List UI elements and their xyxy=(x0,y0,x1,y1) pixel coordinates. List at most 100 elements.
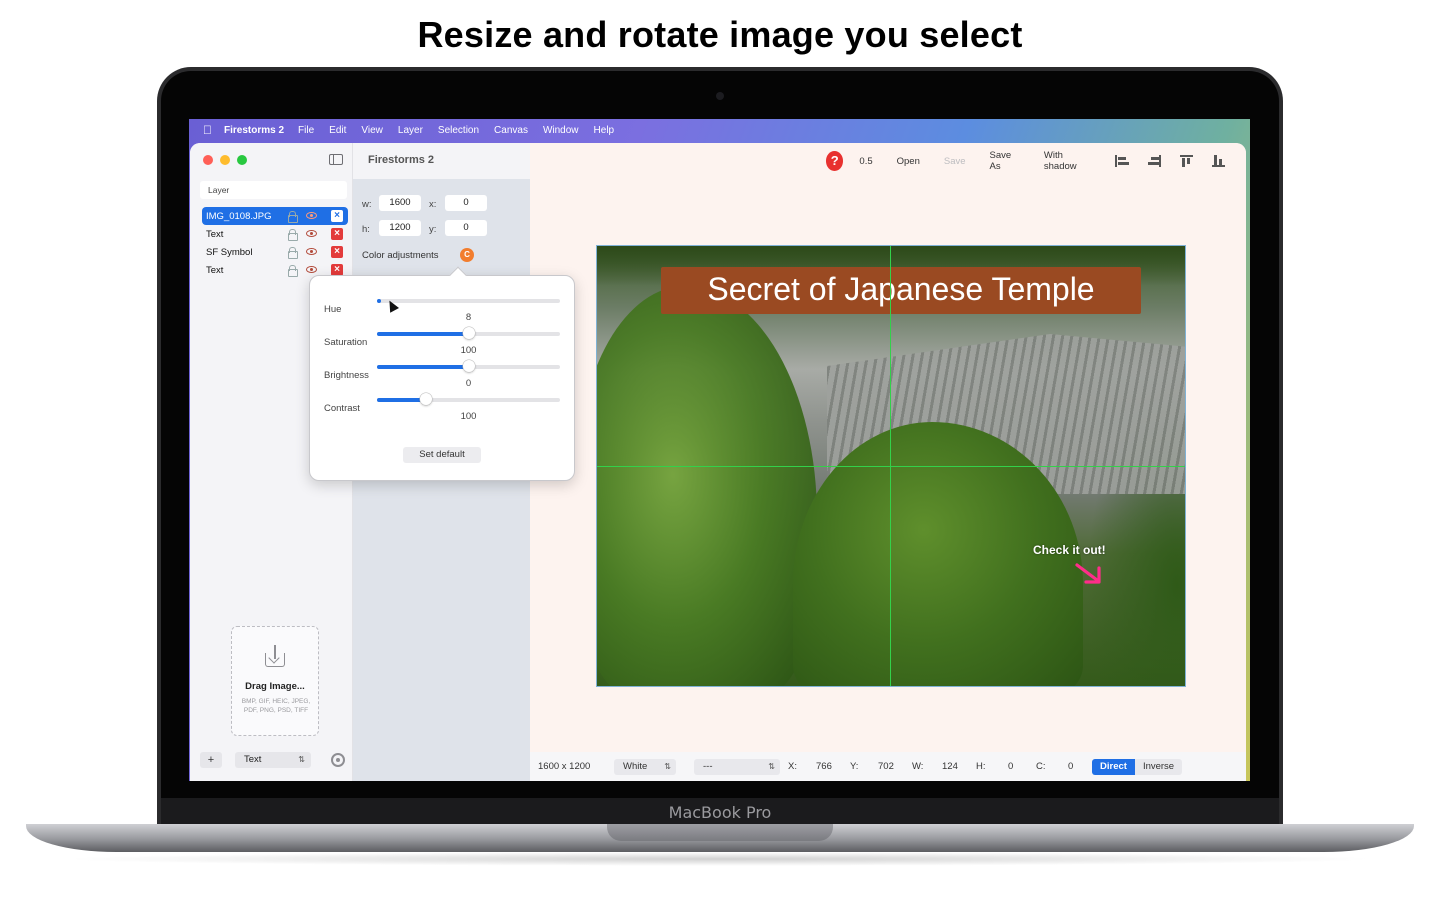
w-readout-value: 124 xyxy=(942,761,958,772)
x-readout-label: X: xyxy=(788,761,797,772)
layer-type-select[interactable]: Text ⇅ xyxy=(235,752,311,768)
y-readout-value: 702 xyxy=(878,761,894,772)
device-label: MacBook Pro xyxy=(668,803,772,822)
help-button[interactable]: ? xyxy=(826,151,844,171)
align-top-icon[interactable] xyxy=(1179,155,1193,167)
banner-text-layer[interactable]: Secret of Japanese Temple xyxy=(661,267,1141,314)
menu-help[interactable]: Help xyxy=(594,125,615,136)
brightness-value: 0 xyxy=(465,378,472,389)
hue-slider[interactable] xyxy=(377,299,560,303)
image-size-readout: 1600 x 1200 xyxy=(538,761,591,772)
menu-window[interactable]: Window xyxy=(543,125,579,136)
preset-select[interactable]: --- ⇅ xyxy=(694,758,780,775)
contrast-value: 100 xyxy=(460,411,477,422)
window-minimize-button[interactable] xyxy=(220,155,230,165)
save-as-button[interactable]: Save As xyxy=(990,150,1020,172)
color-adjustments-button[interactable]: C xyxy=(460,248,474,262)
w-readout-label: W: xyxy=(912,761,924,772)
layer-header: Layer xyxy=(200,181,347,199)
background-value: White xyxy=(623,760,648,772)
brightness-slider[interactable] xyxy=(377,360,560,372)
saturation-slider[interactable] xyxy=(377,327,560,339)
layer-row[interactable]: Text × xyxy=(202,225,348,243)
saturation-thumb[interactable] xyxy=(462,327,475,339)
brightness-fill xyxy=(377,365,469,369)
eye-icon[interactable] xyxy=(306,248,317,255)
delete-layer-icon[interactable]: × xyxy=(331,246,343,258)
save-button[interactable]: Save xyxy=(944,156,966,167)
align-left-icon[interactable] xyxy=(1115,155,1130,167)
x-label: x: xyxy=(429,199,437,210)
menu-view[interactable]: View xyxy=(361,125,383,136)
contrast-fill xyxy=(377,398,427,402)
delete-layer-icon[interactable]: × xyxy=(331,210,343,222)
align-bottom-icon[interactable] xyxy=(1211,155,1225,167)
brightness-thumb[interactable] xyxy=(462,360,475,372)
arrow-symbol-icon[interactable] xyxy=(1075,562,1105,588)
add-layer-button[interactable]: + xyxy=(200,752,222,768)
c-readout-value: 0 xyxy=(1068,761,1074,772)
callout-text-layer[interactable]: Check it out! xyxy=(1033,543,1106,557)
photo-left-tree xyxy=(597,286,817,686)
lock-icon[interactable] xyxy=(288,265,298,277)
width-field[interactable]: 1600 xyxy=(379,195,421,211)
menu-selection[interactable]: Selection xyxy=(438,125,479,136)
layer-name: SF Symbol xyxy=(206,246,253,258)
sidebar-footer: + Text ⇅ xyxy=(190,749,353,771)
image-dropzone[interactable]: Drag Image... BMP, GIF, HEIC, JPEG, PDF,… xyxy=(231,626,319,736)
zoom-value[interactable]: 0.5 xyxy=(859,156,872,167)
direct-mode-button[interactable]: Direct xyxy=(1092,758,1135,775)
chevron-updown-icon: ⇅ xyxy=(298,755,305,764)
menu-canvas[interactable]: Canvas xyxy=(494,125,528,136)
window-zoom-button[interactable] xyxy=(237,155,247,165)
saturation-value: 100 xyxy=(460,345,477,356)
y-field[interactable]: 0 xyxy=(445,220,487,236)
with-shadow-button[interactable]: With shadow xyxy=(1044,150,1091,172)
menu-edit[interactable]: Edit xyxy=(329,125,346,136)
eye-icon[interactable] xyxy=(306,230,317,237)
status-bar: 1600 x 1200 White ⇅ --- ⇅ X: 766 Y: 702 … xyxy=(530,752,1246,781)
layer-row[interactable]: SF Symbol × xyxy=(202,243,348,261)
delete-layer-icon[interactable]: × xyxy=(331,228,343,240)
hue-label: Hue xyxy=(324,304,342,315)
x-field[interactable]: 0 xyxy=(445,195,487,211)
layer-list: IMG_0108.JPG × Text × SF Symbol × Text × xyxy=(202,207,348,279)
settings-icon[interactable] xyxy=(331,753,345,767)
eye-icon[interactable] xyxy=(306,212,317,219)
dropzone-formats: BMP, GIF, HEIC, JPEG, PDF, PNG, PSD, TIF… xyxy=(241,698,311,714)
h-readout-value: 0 xyxy=(1008,761,1014,772)
contrast-slider[interactable] xyxy=(377,393,560,405)
lock-icon[interactable] xyxy=(288,211,298,223)
eye-icon[interactable] xyxy=(306,266,317,273)
h-readout-label: H: xyxy=(976,761,986,772)
lock-icon[interactable] xyxy=(288,229,298,241)
window-close-button[interactable] xyxy=(203,155,213,165)
contrast-thumb[interactable] xyxy=(420,393,433,405)
background-select[interactable]: White ⇅ xyxy=(614,758,676,775)
set-default-button[interactable]: Set default xyxy=(403,447,481,463)
horizontal-guide xyxy=(597,466,1185,467)
inverse-mode-button[interactable]: Inverse xyxy=(1134,758,1183,775)
x-readout-value: 766 xyxy=(816,761,832,772)
height-field[interactable]: 1200 xyxy=(379,220,421,236)
menu-layer[interactable]: Layer xyxy=(398,125,423,136)
menu-file[interactable]: File xyxy=(298,125,314,136)
menubar:  Firestorms 2 File Edit View Layer Sele… xyxy=(189,119,1250,141)
layer-row[interactable]: IMG_0108.JPG × xyxy=(202,207,348,225)
laptop-notch xyxy=(607,824,833,841)
hue-value: 8 xyxy=(465,312,472,323)
camera-icon xyxy=(716,92,724,100)
width-label: w: xyxy=(362,199,372,210)
apple-logo-icon[interactable]:  xyxy=(203,123,212,137)
download-tray-icon xyxy=(265,645,285,667)
sidebar-toggle-icon[interactable] xyxy=(329,154,343,165)
align-right-icon[interactable] xyxy=(1147,155,1162,167)
open-button[interactable]: Open xyxy=(897,156,920,167)
layer-type-value: Text xyxy=(244,754,262,765)
mode-segmented-control: Direct Inverse xyxy=(1092,758,1183,775)
lock-icon[interactable] xyxy=(288,247,298,259)
menu-app-name[interactable]: Firestorms 2 xyxy=(224,125,284,136)
y-label: y: xyxy=(429,224,437,235)
c-readout-label: C: xyxy=(1036,761,1046,772)
canvas-image[interactable]: Secret of Japanese Temple Check it out! xyxy=(596,245,1186,687)
